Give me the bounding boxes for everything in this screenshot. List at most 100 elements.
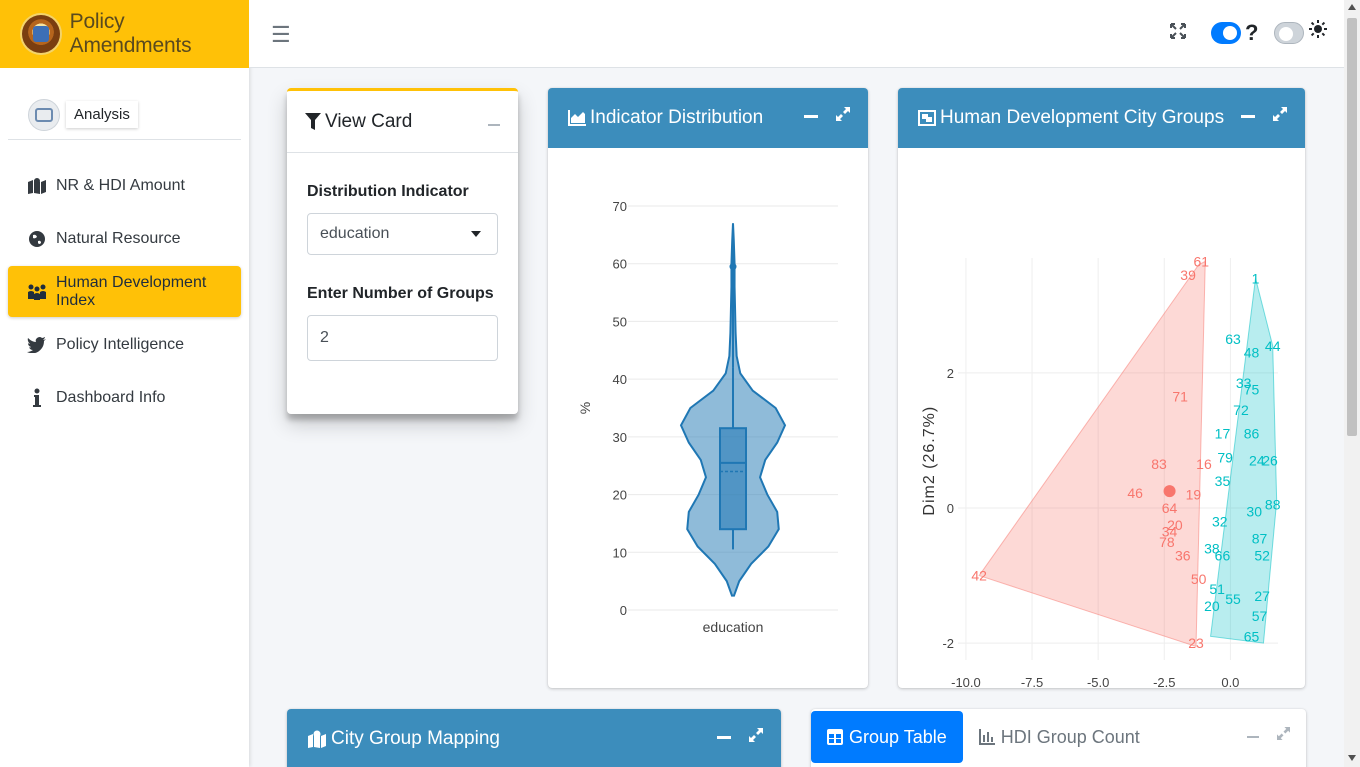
- y-tick-label: 70: [613, 199, 627, 214]
- point-label-group2: 35: [1215, 473, 1231, 489]
- y-axis-label: %: [577, 402, 593, 414]
- top-navbar: ☰ ?: [249, 0, 1344, 68]
- dark-mode-toggle[interactable]: [1211, 22, 1241, 44]
- point-label-group2: 27: [1254, 588, 1270, 604]
- caret-down-icon: [471, 231, 481, 237]
- view-card: View Card Distribution Indicator educati…: [287, 88, 518, 414]
- point-label-group1: 16: [1196, 456, 1212, 472]
- card-tools: [1247, 727, 1290, 745]
- maximize-icon[interactable]: [1277, 727, 1290, 745]
- sidebar-item-dashboard-info[interactable]: Dashboard Info: [8, 372, 241, 423]
- card-title: City Group Mapping: [307, 728, 500, 750]
- object-group-icon: [918, 110, 936, 126]
- y-tick-label: 40: [613, 372, 627, 387]
- point-label-group2: 1: [1252, 270, 1260, 286]
- y-tick-label: 20: [613, 488, 627, 503]
- outlier-point: [729, 263, 737, 271]
- page-scrollbar[interactable]: [1344, 0, 1360, 767]
- user-avatar[interactable]: [28, 98, 60, 131]
- point-label-group2: 66: [1215, 547, 1231, 563]
- fullscreen-icon[interactable]: [1169, 22, 1187, 46]
- point-label-group1: 61: [1194, 253, 1210, 269]
- card-title-text: Indicator Distribution: [590, 107, 764, 128]
- tab-group-table[interactable]: Group Table: [811, 711, 963, 763]
- sun-icon[interactable]: [1309, 20, 1327, 44]
- point-label-group1: 64: [1162, 500, 1178, 516]
- centroid-group1: [1163, 485, 1176, 498]
- card-title-text: City Group Mapping: [331, 728, 500, 749]
- point-label-group1: 42: [971, 568, 987, 584]
- point-label-group2: 65: [1244, 628, 1260, 644]
- tab-bar: Group Table HDI Group Count: [811, 709, 1306, 765]
- scroll-up-icon[interactable]: [1348, 4, 1356, 10]
- y-tick-label: 2: [947, 366, 954, 381]
- collapse-button[interactable]: [717, 736, 731, 739]
- point-label-group2: 87: [1252, 530, 1268, 546]
- number-of-groups-input[interactable]: [307, 315, 498, 361]
- point-label-group2: 52: [1254, 547, 1270, 563]
- point-label-group2: 79: [1217, 449, 1233, 465]
- card-title: Indicator Distribution: [568, 107, 763, 129]
- point-label-group2: 17: [1215, 426, 1231, 442]
- point-label-group1: 23: [1188, 635, 1204, 651]
- y-tick-label: 30: [613, 430, 627, 445]
- point-label-group1: 46: [1127, 485, 1143, 501]
- y-tick-label: 60: [613, 257, 627, 272]
- view-card-title-text: View Card: [325, 110, 413, 132]
- collapse-button[interactable]: [488, 124, 500, 126]
- collapse-button[interactable]: [1241, 115, 1255, 118]
- distribution-indicator-select[interactable]: education: [307, 213, 498, 255]
- maximize-icon[interactable]: [1273, 106, 1287, 126]
- y-tick-label: 10: [613, 545, 627, 560]
- point-label-group2: 63: [1225, 331, 1241, 347]
- point-label-group2: 48: [1244, 345, 1260, 361]
- group-table-card: Group Table HDI Group Count: [811, 709, 1306, 767]
- view-card-header: View Card: [287, 91, 518, 153]
- card-title: Human Development City Groups: [918, 107, 1224, 129]
- point-label-group2: 44: [1265, 338, 1281, 354]
- help-icon[interactable]: ?: [1245, 20, 1258, 46]
- point-label-group2: 20: [1204, 598, 1220, 614]
- card-header: Human Development City Groups: [898, 88, 1305, 148]
- scroll-down-icon[interactable]: [1348, 755, 1356, 761]
- collapse-button[interactable]: [804, 115, 818, 118]
- violin-chart: 0 10 20 30 40 50 60 70% education: [577, 199, 838, 635]
- sidebar-item-label: NR & HDI Amount: [56, 176, 185, 194]
- point-label-group2: 30: [1246, 503, 1262, 519]
- maximize-icon[interactable]: [749, 727, 763, 747]
- card-tools: [717, 727, 763, 747]
- x-tick-label: -2.5: [1153, 675, 1175, 688]
- map-marked-icon: [308, 730, 326, 748]
- point-label-group2: 26: [1262, 453, 1278, 469]
- x-tick-label: education: [703, 619, 764, 635]
- hamburger-icon[interactable]: ☰: [271, 22, 291, 48]
- maximize-icon[interactable]: [836, 106, 850, 126]
- point-label-group2: 86: [1244, 426, 1260, 442]
- brand-link[interactable]: Policy Amendments: [0, 0, 249, 68]
- distribution-indicator-label: Distribution Indicator: [307, 183, 469, 200]
- city-group-mapping-card: City Group Mapping: [287, 709, 781, 767]
- point-label-group1: 71: [1172, 389, 1188, 405]
- collapse-button[interactable]: [1247, 736, 1259, 738]
- theme-toggle[interactable]: [1274, 22, 1304, 44]
- point-label-group2: 72: [1233, 402, 1249, 418]
- sidebar-item-label: Natural Resource: [56, 229, 181, 247]
- card-header: City Group Mapping: [287, 709, 781, 767]
- distribution-indicator-value: education: [320, 225, 390, 242]
- tab-hdi-group-count[interactable]: HDI Group Count: [963, 711, 1156, 763]
- card-header: Indicator Distribution: [548, 88, 868, 148]
- scroll-thumb[interactable]: [1347, 18, 1357, 436]
- view-card-title: View Card: [305, 111, 412, 133]
- sidebar-item-human-development-index[interactable]: Human Development Index: [8, 266, 241, 317]
- sidebar-item-nr-hdi-amount[interactable]: NR & HDI Amount: [8, 160, 241, 211]
- point-label-group1: 36: [1175, 547, 1191, 563]
- info-icon: [26, 388, 48, 408]
- number-of-groups-label: Enter Number of Groups: [307, 285, 494, 302]
- sidebar-item-policy-intelligence[interactable]: Policy Intelligence: [8, 319, 241, 370]
- table-icon: [827, 729, 843, 745]
- x-tick-label: 0.0: [1221, 675, 1239, 688]
- filter-icon: [305, 112, 321, 130]
- user-name[interactable]: Analysis: [66, 101, 138, 128]
- sidebar-item-natural-resource[interactable]: Natural Resource: [8, 213, 241, 264]
- area-chart-icon: [568, 110, 586, 126]
